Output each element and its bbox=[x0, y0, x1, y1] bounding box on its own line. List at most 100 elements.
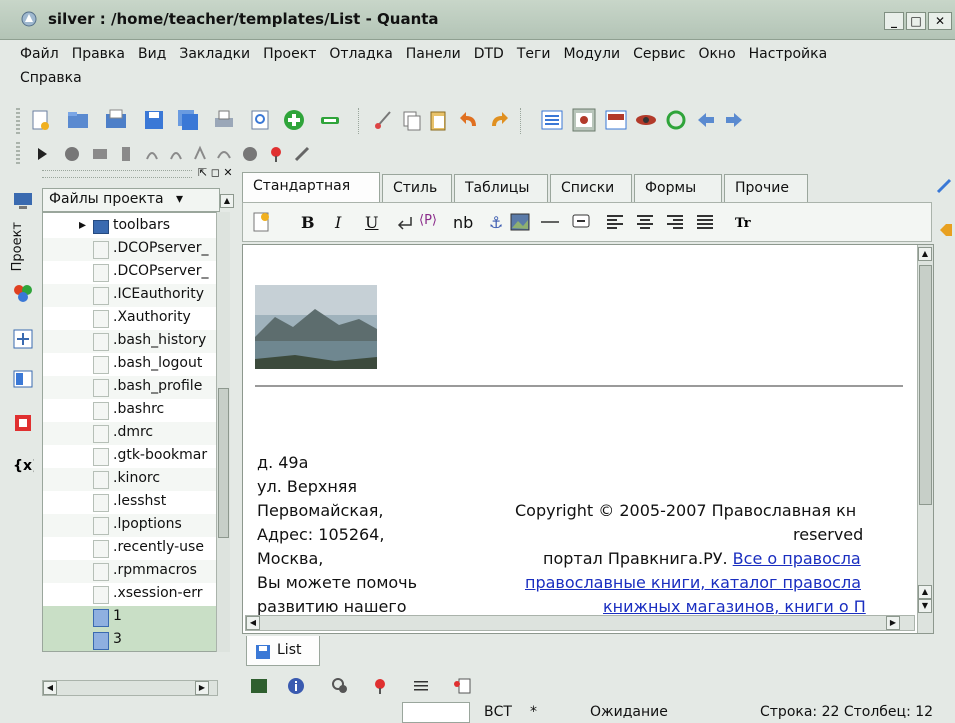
file-row[interactable]: .xsession-err bbox=[43, 583, 229, 607]
undo-icon[interactable] bbox=[458, 108, 482, 132]
file-row[interactable]: .DCOPserver_ bbox=[43, 261, 229, 285]
split-view-icon[interactable] bbox=[604, 108, 628, 132]
scroll-right-arrow[interactable]: ▶ bbox=[886, 616, 900, 630]
file-row[interactable]: .gtk-bookmar bbox=[43, 445, 229, 469]
print-icon[interactable] bbox=[212, 108, 236, 132]
list-icon[interactable] bbox=[412, 678, 430, 694]
save-all-icon[interactable] bbox=[176, 108, 200, 132]
file-row[interactable]: .Xauthority bbox=[43, 307, 229, 331]
document-tab-list[interactable]: List bbox=[246, 636, 320, 666]
file-row[interactable]: .dmrc bbox=[43, 422, 229, 446]
menu-item[interactable]: Сервис bbox=[633, 46, 685, 62]
anchor-button[interactable]: ⚓ bbox=[489, 213, 503, 232]
menu-item[interactable]: Закладки bbox=[179, 46, 250, 62]
file-row[interactable]: .bash_history bbox=[43, 330, 229, 354]
editor-toolbar-tab[interactable]: Формы bbox=[634, 174, 722, 202]
comment-icon[interactable] bbox=[571, 212, 591, 232]
copy-icon[interactable] bbox=[400, 108, 424, 132]
leap-icon[interactable] bbox=[214, 144, 234, 164]
insert-image-icon[interactable] bbox=[509, 212, 531, 232]
remove-minus-icon[interactable] bbox=[318, 108, 342, 132]
editor-hscrollbar[interactable]: ◀ ▶ bbox=[245, 615, 915, 631]
menu-item[interactable]: Окно bbox=[698, 46, 735, 62]
quickstart-icon[interactable] bbox=[251, 211, 273, 233]
file-row[interactable]: .bashrc bbox=[43, 399, 229, 423]
add-plus-icon[interactable] bbox=[282, 108, 306, 132]
problems-icon[interactable] bbox=[452, 676, 472, 696]
panel-scroll-up-arrow[interactable]: ▲ bbox=[220, 194, 234, 208]
font-icon[interactable]: Tr bbox=[733, 212, 753, 232]
variables-icon[interactable]: {x} bbox=[12, 454, 34, 476]
step-into-icon[interactable] bbox=[90, 144, 110, 164]
align-center-icon[interactable] bbox=[635, 212, 655, 232]
vpl-view-icon[interactable] bbox=[572, 108, 596, 132]
maximize-button[interactable]: □ bbox=[906, 12, 926, 30]
menu-item[interactable]: Отладка bbox=[329, 46, 392, 62]
file-row[interactable]: .ICEauthority bbox=[43, 284, 229, 308]
redo-icon[interactable] bbox=[486, 108, 510, 132]
run-to-cursor-icon[interactable] bbox=[166, 144, 186, 164]
pin-icon[interactable] bbox=[370, 676, 390, 696]
step-out-icon[interactable] bbox=[142, 144, 162, 164]
file-row[interactable]: 3 bbox=[43, 629, 229, 651]
editor-vscrollbar[interactable]: ▲ ▲ ▼ bbox=[917, 245, 933, 633]
toolbar-grip[interactable] bbox=[16, 142, 20, 164]
monitor-icon[interactable] bbox=[12, 190, 34, 212]
scroll-up-arrow[interactable]: ▲ bbox=[918, 247, 932, 261]
line-break-icon[interactable] bbox=[395, 213, 415, 233]
stop-icon[interactable] bbox=[62, 144, 82, 164]
underline-button[interactable]: U bbox=[365, 213, 378, 232]
structure-icon[interactable] bbox=[12, 368, 34, 390]
file-row[interactable]: .recently-use bbox=[43, 537, 229, 561]
panel-controls[interactable]: ⇱ ◻ ✕ bbox=[198, 166, 233, 179]
file-row[interactable]: .DCOPserver_ bbox=[43, 238, 229, 262]
file-row[interactable]: .bash_logout bbox=[43, 353, 229, 377]
align-right-icon[interactable] bbox=[665, 212, 685, 232]
bookstores-link[interactable]: книжных магазинов, книги о П bbox=[603, 597, 866, 616]
open-folder-icon[interactable] bbox=[66, 108, 90, 132]
breakpoint-icon[interactable] bbox=[240, 144, 260, 164]
align-justify-icon[interactable] bbox=[695, 212, 715, 232]
close-button[interactable]: ✕ bbox=[928, 12, 952, 30]
variable-brush-icon[interactable] bbox=[292, 144, 312, 164]
minimize-button[interactable]: _ bbox=[884, 12, 904, 30]
editor-toolbar-tab[interactable]: Стиль bbox=[382, 174, 452, 202]
align-left-icon[interactable] bbox=[605, 212, 625, 232]
books-link[interactable]: православные книги, каталог правосла bbox=[525, 573, 861, 592]
scroll-left-arrow[interactable]: ◀ bbox=[246, 616, 260, 630]
cut-icon[interactable] bbox=[372, 108, 396, 132]
scrollbar-thumb[interactable] bbox=[919, 265, 932, 505]
new-file-icon[interactable] bbox=[28, 108, 52, 132]
menu-item[interactable]: Правка bbox=[72, 46, 125, 62]
file-row[interactable]: 1 bbox=[43, 606, 229, 630]
project-tree-icon[interactable] bbox=[12, 282, 34, 304]
scroll-right-arrow[interactable]: ▶ bbox=[195, 681, 209, 695]
filelist-scrollbar[interactable] bbox=[216, 212, 230, 652]
file-row[interactable]: .rpmmacros bbox=[43, 560, 229, 584]
editor-area[interactable]: д. 49а ул. Верхняя Первомайская, Адрес: 105… bbox=[242, 244, 934, 634]
paragraph-button[interactable]: ⟨P⟩ bbox=[419, 213, 437, 228]
forward-arrow-icon[interactable] bbox=[722, 108, 746, 132]
editor-toolbar-tab[interactable]: Стандартная bbox=[242, 172, 380, 202]
menu-item[interactable]: Проект bbox=[263, 46, 316, 62]
back-arrow-icon[interactable] bbox=[694, 108, 718, 132]
editor-toolbar-tab[interactable]: Таблицы bbox=[454, 174, 548, 202]
file-row[interactable]: .kinorc bbox=[43, 468, 229, 492]
menu-item[interactable]: Вид bbox=[138, 46, 166, 62]
italic-button[interactable]: I bbox=[335, 213, 341, 232]
filelist-hscrollbar[interactable]: ◀ ▶ bbox=[42, 680, 218, 696]
watch-pin-icon[interactable] bbox=[266, 144, 286, 164]
horizontal-rule-icon[interactable] bbox=[539, 215, 561, 229]
menu-item[interactable]: Файл bbox=[20, 46, 59, 62]
panel-grip[interactable] bbox=[42, 170, 192, 178]
menu-item[interactable]: Модули bbox=[563, 46, 620, 62]
tag-icon[interactable] bbox=[938, 222, 954, 238]
editor-toolbar-tab[interactable]: Прочие bbox=[724, 174, 808, 202]
menu-item[interactable]: DTD bbox=[474, 46, 504, 62]
editor-toolbar-tab[interactable]: Списки bbox=[550, 174, 632, 202]
file-row[interactable]: .lesshst bbox=[43, 491, 229, 515]
templates-icon[interactable] bbox=[12, 328, 34, 350]
project-files-dropdown[interactable]: Файлы проекта ▾ bbox=[42, 188, 220, 212]
info-icon[interactable] bbox=[286, 676, 306, 696]
file-row[interactable]: ▸ toolbars bbox=[43, 215, 229, 239]
